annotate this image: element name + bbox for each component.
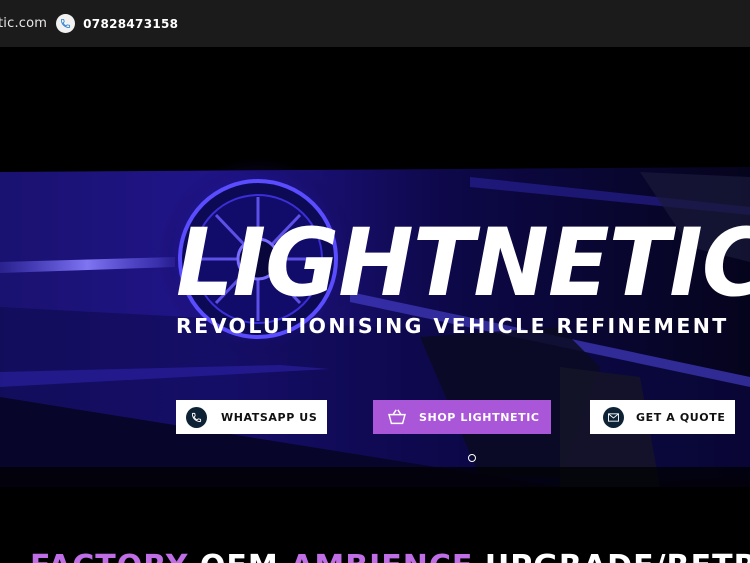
heading-word-oem: OEM xyxy=(200,549,279,563)
brand-title: LIGHTNETIC xyxy=(176,209,750,318)
phone-number-link[interactable]: 07828473158 xyxy=(83,17,178,31)
shop-lightnetic-button[interactable]: SHOP LIGHTNETIC xyxy=(373,400,551,434)
get-a-quote-button[interactable]: GET A QUOTE xyxy=(590,400,735,434)
basket-icon xyxy=(387,409,407,425)
brand-tagline: REVOLUTIONISING VEHICLE REFINEMENT xyxy=(176,314,729,338)
heading-word-factory: FACTORY xyxy=(30,549,188,563)
section-heading-strip: FACTORY OEM AMBIENCE UPGRADE/RETROFIT xyxy=(0,509,750,563)
slider-dot[interactable] xyxy=(468,454,476,462)
phone-icon xyxy=(186,406,207,428)
envelope-icon xyxy=(603,406,624,428)
get-a-quote-label: GET A QUOTE xyxy=(636,410,726,424)
shop-lightnetic-label: SHOP LIGHTNETIC xyxy=(419,410,540,424)
whatsapp-us-button[interactable]: WHATSAPP US xyxy=(176,400,327,434)
heading-word-upgrade: UPGRADE/RETROFIT xyxy=(485,549,750,563)
section-heading: FACTORY OEM AMBIENCE UPGRADE/RETROFIT xyxy=(30,549,750,563)
whatsapp-us-label: WHATSAPP US xyxy=(221,410,318,424)
phone-icon xyxy=(56,14,76,33)
email-link[interactable]: tic.com xyxy=(0,16,47,31)
top-contact-bar: tic.com 07828473158 xyxy=(0,0,750,47)
heading-word-ambience: AMBIENCE xyxy=(290,549,473,563)
hero-banner: LIGHTNETIC REVOLUTIONISING VEHICLE REFIN… xyxy=(0,47,750,509)
